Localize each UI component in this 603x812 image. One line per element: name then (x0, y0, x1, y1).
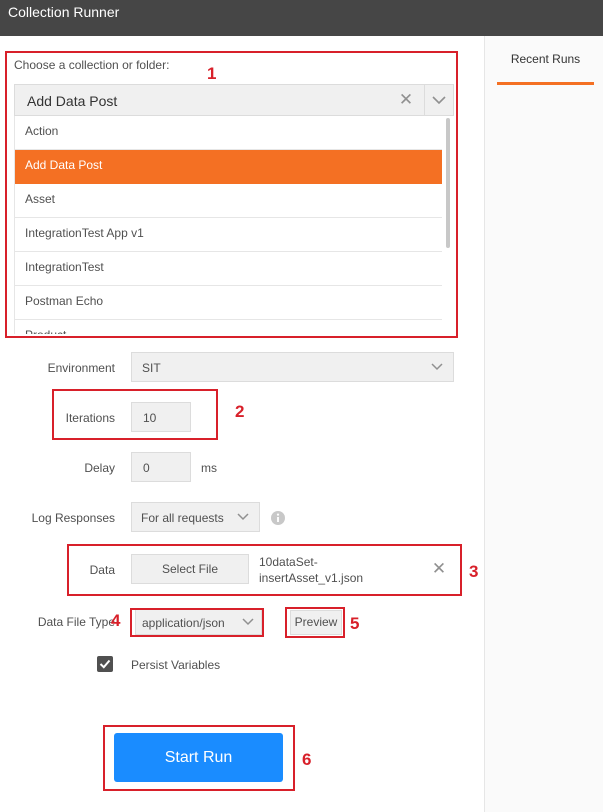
annotation-number: 1 (207, 64, 217, 83)
annotation-box-file-type (130, 608, 264, 637)
persist-variables-checkbox[interactable] (97, 656, 113, 672)
persist-variables-label: Persist Variables (131, 658, 221, 672)
delay-value: 0 (143, 461, 150, 475)
environment-select[interactable]: SIT (131, 352, 454, 382)
title-bar: Collection Runner (0, 0, 603, 36)
log-responses-value: For all requests (141, 511, 224, 525)
annotation-number: 5 (350, 614, 360, 633)
annotation-number: 2 (235, 402, 245, 421)
data-file-type-label: Data File Type (37, 615, 115, 629)
recent-runs-panel: Recent Runs (484, 36, 603, 812)
info-icon[interactable] (270, 510, 286, 526)
annotation-number: 3 (469, 562, 479, 581)
window-title: Collection Runner (8, 4, 120, 20)
delay-label: Delay (84, 461, 115, 475)
chevron-down-icon (431, 363, 443, 371)
annotation-box-collection (5, 51, 458, 338)
log-responses-label: Log Responses (31, 511, 115, 525)
delay-unit: ms (201, 461, 217, 475)
annotation-box-iterations (52, 389, 218, 440)
annotation-box-preview (285, 607, 345, 638)
chevron-down-icon (237, 513, 249, 521)
annotation-box-start-run (103, 725, 295, 791)
tab-recent-runs-label: Recent Runs (510, 52, 581, 66)
checkmark-icon (99, 659, 111, 669)
annotation-box-data (67, 544, 462, 596)
annotation-number: 4 (111, 611, 121, 630)
environment-label: Environment (47, 361, 115, 375)
environment-value: SIT (142, 361, 161, 375)
active-tab-indicator (497, 82, 594, 85)
tab-recent-runs[interactable]: Recent Runs (497, 36, 594, 86)
delay-input[interactable]: 0 (131, 452, 191, 482)
log-responses-select[interactable]: For all requests (131, 502, 260, 532)
annotation-number: 6 (302, 750, 312, 769)
